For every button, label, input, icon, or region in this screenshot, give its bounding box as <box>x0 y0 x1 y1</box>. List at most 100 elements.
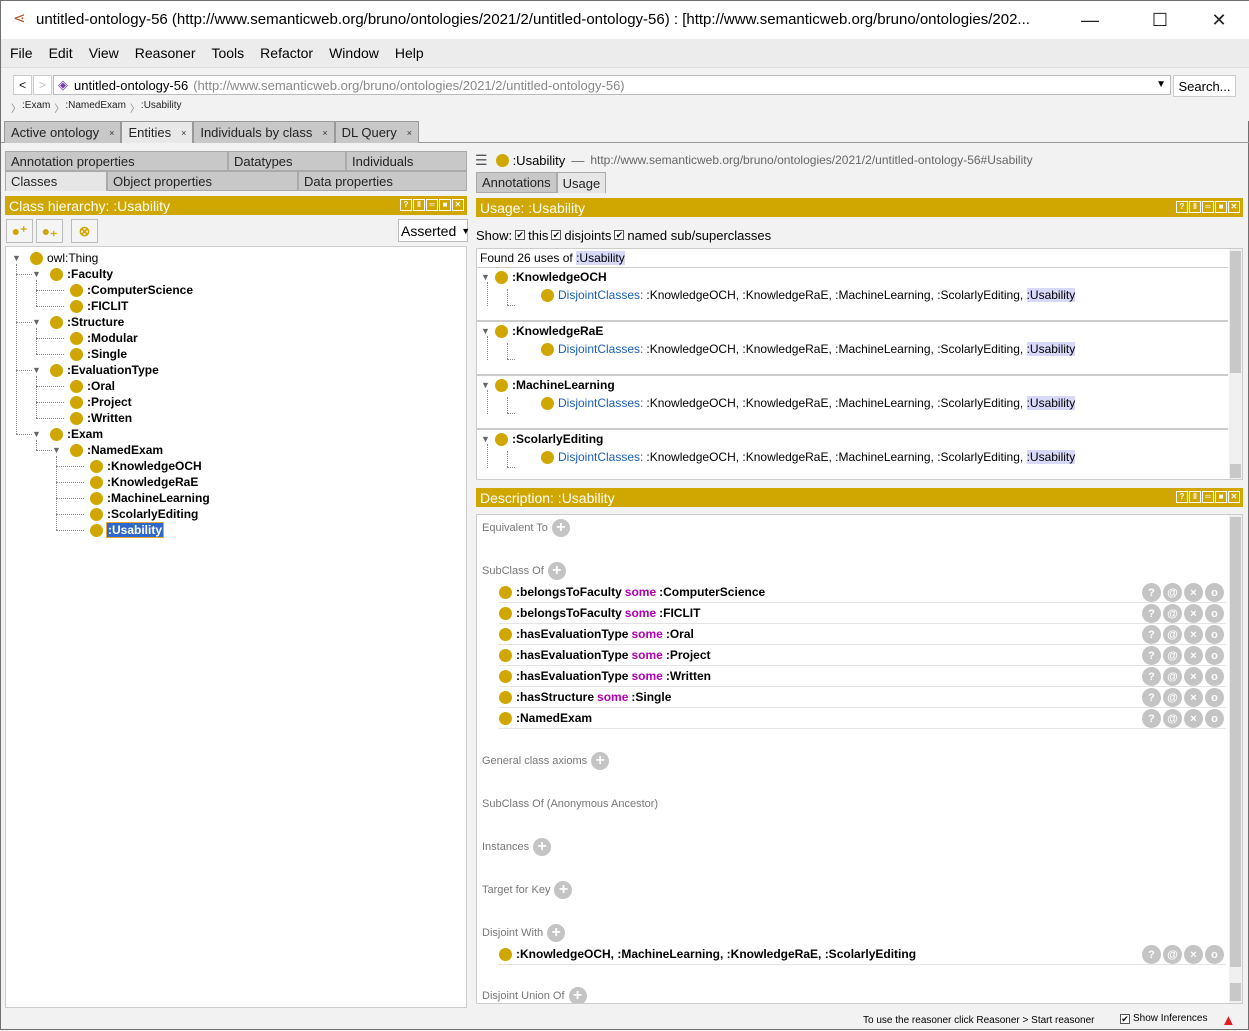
annotate-icon[interactable]: @ <box>1163 667 1182 686</box>
delete-icon[interactable]: × <box>1184 583 1203 602</box>
usage-group[interactable]: ▼:KnowledgeOCH DisjointClasses::Knowledge… <box>477 267 1228 321</box>
delete-icon[interactable]: × <box>1184 604 1203 623</box>
tab-individuals-by-class[interactable]: Individuals by class × <box>193 121 335 143</box>
scroll-thumb[interactable] <box>1230 517 1241 967</box>
warning-icon[interactable]: ▲ <box>1221 1012 1236 1029</box>
scroll-down[interactable] <box>1230 983 1241 1001</box>
menu-refactor[interactable]: Refactor <box>260 45 313 61</box>
menu-tools[interactable]: Tools <box>211 45 244 61</box>
add-superclass-icon[interactable]: + <box>547 562 566 580</box>
annotate-icon[interactable]: @ <box>1163 625 1182 644</box>
expand-toggle-icon[interactable]: ▼ <box>32 429 44 439</box>
scroll-down[interactable] <box>1230 464 1241 478</box>
explain-icon[interactable]: ? <box>1142 667 1161 686</box>
close-button[interactable]: ✕ <box>1196 1 1242 39</box>
search-button[interactable]: Search... <box>1173 75 1236 97</box>
show-inferences-checkbox[interactable]: ✔ <box>1120 1013 1130 1024</box>
delete-icon[interactable]: × <box>1184 646 1203 665</box>
expand-toggle-icon[interactable]: ▼ <box>12 253 24 263</box>
close-tab-icon[interactable]: × <box>109 128 114 138</box>
expand-toggle-icon[interactable]: ▼ <box>32 317 44 327</box>
split-vertical-icon[interactable]: ‖ <box>413 199 425 211</box>
expand-toggle-icon[interactable]: ▼ <box>32 365 44 375</box>
close-tab-icon[interactable]: × <box>181 128 186 138</box>
tree-node[interactable]: :Project <box>52 394 132 410</box>
subclass-of-row[interactable]: :belongsToFaculty some:ComputerScience? @ ×… <box>499 582 1226 603</box>
menu-help[interactable]: Help <box>395 45 424 61</box>
explain-icon[interactable]: ? <box>1142 646 1161 665</box>
forward-button[interactable]: > <box>33 75 52 95</box>
explain-icon[interactable]: ? <box>1142 688 1161 707</box>
usage-group[interactable]: ▼:MachineLearning DisjointClasses::Knowle… <box>477 375 1228 429</box>
tab-dl-query[interactable]: DL Query × <box>334 121 420 143</box>
float-icon[interactable]: ■ <box>1215 201 1227 213</box>
close-view-icon[interactable]: ✕ <box>1228 201 1240 213</box>
expand-toggle-icon[interactable]: ▼ <box>481 434 495 444</box>
annotate-icon[interactable]: @ <box>1163 688 1182 707</box>
annotate-icon[interactable]: @ <box>1163 583 1182 602</box>
delete-icon[interactable]: × <box>1184 709 1203 728</box>
usage-axiom[interactable]: DisjointClasses::KnowledgeOCH, :Knowledg… <box>541 396 1076 410</box>
edit-icon[interactable]: o <box>1205 583 1224 602</box>
tree-node[interactable]: ▼ owl:Thing <box>12 250 98 266</box>
tab-object-properties[interactable]: Object properties <box>107 171 298 191</box>
delete-icon[interactable]: × <box>1184 667 1203 686</box>
named-sub-superclasses-checkbox[interactable]: ✔ <box>614 230 625 240</box>
edit-icon[interactable]: o <box>1205 709 1224 728</box>
breadcrumb-item[interactable]: :Usability <box>141 100 182 115</box>
tree-node[interactable]: :ComputerScience <box>52 282 193 298</box>
chevron-down-icon[interactable]: ▼ <box>1156 79 1166 90</box>
help-icon[interactable]: ? <box>1176 201 1188 213</box>
usage-axiom[interactable]: DisjointClasses::KnowledgeOCH, :Knowledg… <box>541 288 1076 302</box>
add-equivalent-icon[interactable]: + <box>551 519 570 537</box>
tab-annotation-properties[interactable]: Annotation properties <box>5 151 228 171</box>
breadcrumb-item[interactable]: :NamedExam <box>65 100 126 115</box>
edit-icon[interactable]: o <box>1205 945 1224 964</box>
disjoints-checkbox[interactable]: ✔ <box>551 230 562 240</box>
subclass-of-row[interactable]: :hasStructure some:Single? @ × o <box>499 687 1226 708</box>
tree-node[interactable]: :Oral <box>52 378 115 394</box>
float-icon[interactable]: ■ <box>1215 491 1227 503</box>
minimize-button[interactable]: — <box>1067 1 1113 39</box>
help-icon[interactable]: ? <box>400 199 412 211</box>
tree-node[interactable]: ▼:Faculty <box>32 266 113 282</box>
breadcrumb-item[interactable]: :Exam <box>22 100 50 115</box>
delete-icon[interactable]: × <box>1184 625 1203 644</box>
annotate-icon[interactable]: @ <box>1163 646 1182 665</box>
tab-active-ontology[interactable]: Active ontology × <box>4 121 122 143</box>
explain-icon[interactable]: ? <box>1142 583 1161 602</box>
float-icon[interactable]: ■ <box>439 199 451 211</box>
tree-node[interactable]: :ScolarlyEditing <box>72 506 198 522</box>
tree-node[interactable]: ▼:Structure <box>32 314 124 330</box>
edit-icon[interactable]: o <box>1205 667 1224 686</box>
usage-group[interactable]: ▼:KnowledgeRaE DisjointClasses::Knowledge… <box>477 321 1228 375</box>
add-subclass-icon[interactable]: ●⁺ <box>6 219 33 243</box>
add-key-icon[interactable]: + <box>554 881 573 899</box>
tree-node[interactable]: :FICLIT <box>52 298 128 314</box>
menu-file[interactable]: File <box>10 45 33 61</box>
this-checkbox[interactable]: ✔ <box>515 230 526 240</box>
split-horizontal-icon[interactable]: ═ <box>1202 491 1214 503</box>
tab-annotations[interactable]: Annotations <box>476 172 557 193</box>
annotate-icon[interactable]: @ <box>1163 709 1182 728</box>
tab-datatypes[interactable]: Datatypes <box>228 151 346 171</box>
tree-node[interactable]: :KnowledgeRaE <box>72 474 198 490</box>
edit-icon[interactable]: o <box>1205 625 1224 644</box>
menu-view[interactable]: View <box>89 45 119 61</box>
annotate-icon[interactable]: @ <box>1163 604 1182 623</box>
split-horizontal-icon[interactable]: ═ <box>426 199 438 211</box>
close-tab-icon[interactable]: × <box>407 128 412 138</box>
split-horizontal-icon[interactable]: ═ <box>1202 201 1214 213</box>
expand-toggle-icon[interactable]: ▼ <box>32 269 44 279</box>
usage-scrollbar[interactable] <box>1229 249 1242 479</box>
tree-node[interactable]: :Single <box>52 346 127 362</box>
tree-node[interactable]: :MachineLearning <box>72 490 210 506</box>
explain-icon[interactable]: ? <box>1142 945 1161 964</box>
delete-class-icon[interactable]: ⊗ <box>71 219 98 243</box>
subclass-of-row[interactable]: :belongsToFaculty some:FICLIT? @ × o <box>499 603 1226 624</box>
edit-icon[interactable]: o <box>1205 604 1224 623</box>
expand-toggle-icon[interactable]: ▼ <box>481 380 495 390</box>
subclass-of-row[interactable]: :hasEvaluationType some:Oral? @ × o <box>499 624 1226 645</box>
scroll-thumb[interactable] <box>1230 251 1241 373</box>
tab-classes[interactable]: Classes <box>5 171 107 191</box>
